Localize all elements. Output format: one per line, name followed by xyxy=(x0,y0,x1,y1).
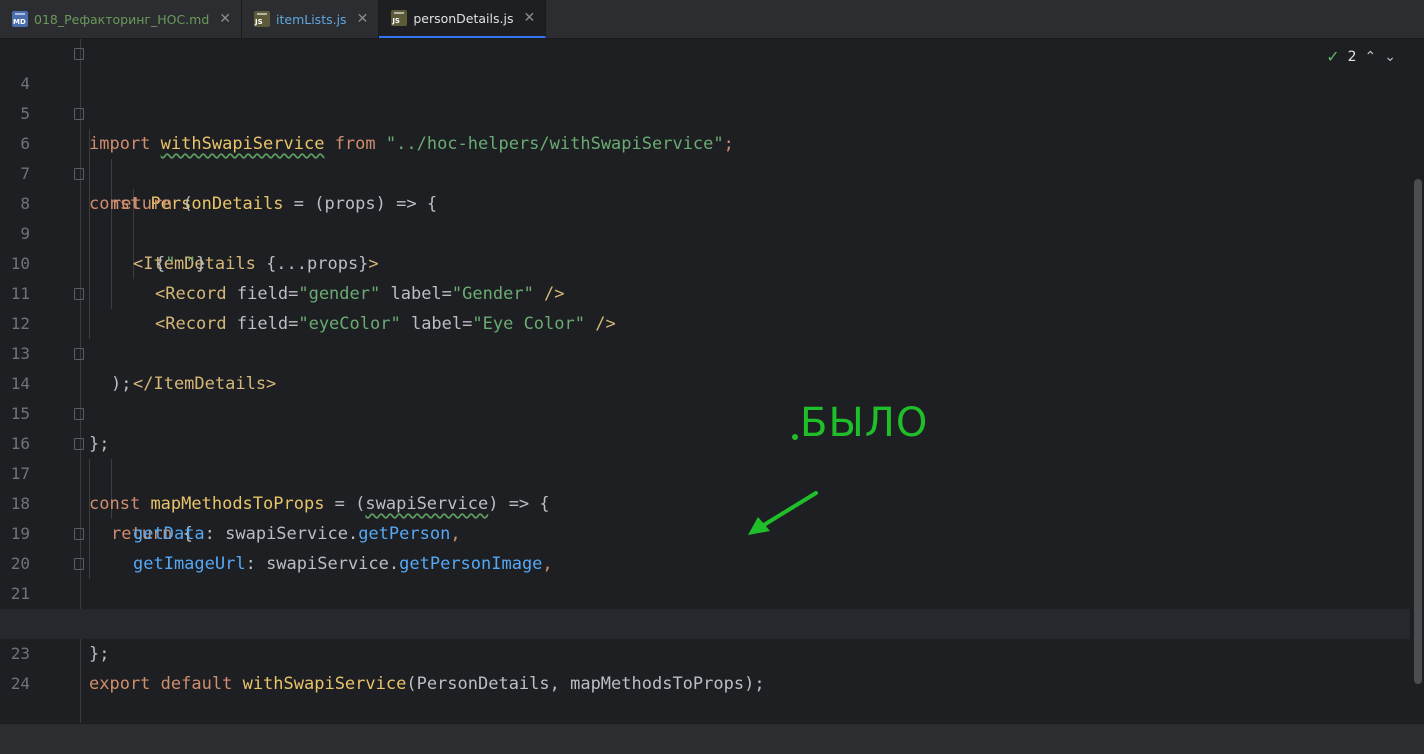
close-icon[interactable]: ✕ xyxy=(219,11,231,27)
line-number: 24 xyxy=(10,674,30,693)
tab-label: personDetails.js xyxy=(413,10,514,26)
inspection-count: 2 xyxy=(1347,48,1357,65)
code-line[interactable]: 8 <ItemDetails {...props}> xyxy=(0,159,1410,274)
tab-person-details-js[interactable]: JS personDetails.js ✕ xyxy=(379,0,547,38)
code-line[interactable]: 18 getData: swapiService.getPerson, xyxy=(0,459,1410,544)
fold-marker-icon[interactable] xyxy=(74,108,84,120)
code-line[interactable]: 5 xyxy=(0,69,1410,123)
tab-refactoring-hoc-md[interactable]: MD 018_Рефакторинг_HOC.md ✕ xyxy=(0,0,242,38)
status-bar xyxy=(0,723,1424,754)
markdown-file-icon: MD xyxy=(12,11,28,27)
annotation-arrow-icon xyxy=(748,491,818,535)
code-line-current[interactable]: 23 export default withSwapiService(Perso… xyxy=(0,609,1410,694)
code-line[interactable]: 17 return { xyxy=(0,429,1410,544)
inspections-widget[interactable]: ✓ 2 ⌃ ⌄ xyxy=(1326,47,1396,66)
code-line[interactable]: 14 }; xyxy=(0,339,1410,454)
code-line[interactable]: 16 const mapMethodsToProps = (swapiServi… xyxy=(0,399,1410,514)
fold-marker-icon[interactable] xyxy=(74,408,84,420)
check-icon: ✓ xyxy=(1326,47,1340,66)
js-file-icon: JS xyxy=(391,10,408,26)
fold-marker-icon[interactable] xyxy=(74,288,84,300)
code-editor[interactable]: 4 import withSwapiService from "../hoc-h… xyxy=(0,39,1424,723)
chevron-up-icon[interactable]: ⌃ xyxy=(1365,49,1377,65)
annotation-label: БЫЛО xyxy=(800,400,929,446)
fold-marker-icon[interactable] xyxy=(74,48,84,60)
fold-marker-icon[interactable] xyxy=(74,348,84,360)
code-line[interactable]: 4 import withSwapiService from "../hoc-h… xyxy=(0,39,1410,154)
code-line[interactable]: 6 const PersonDetails = (props) => { xyxy=(0,99,1410,214)
tab-label: itemLists.js xyxy=(276,11,347,27)
tab-label: 018_Рефакторинг_HOC.md xyxy=(34,11,210,27)
code-line[interactable]: 13 ); xyxy=(0,309,1410,394)
fold-marker-icon[interactable] xyxy=(74,168,84,180)
code-line[interactable]: 19 getImageUrl: swapiService.getPersonIm… xyxy=(0,489,1410,574)
fold-marker-icon[interactable] xyxy=(74,558,84,570)
code-line[interactable]: 10 <Record field="gender" label="Gender"… xyxy=(0,219,1410,304)
code-line[interactable]: 12 </ItemDetails> xyxy=(0,279,1410,394)
tab-item-lists-js[interactable]: JS itemLists.js ✕ xyxy=(242,0,380,38)
code-line[interactable]: 20 }; xyxy=(0,519,1410,634)
code-line[interactable]: 22 xyxy=(0,579,1410,633)
close-icon[interactable]: ✕ xyxy=(523,10,535,26)
code-line[interactable]: 15 xyxy=(0,369,1410,423)
close-icon[interactable]: ✕ xyxy=(357,11,369,27)
code-line[interactable]: 21 }; xyxy=(0,549,1410,664)
js-file-icon: JS xyxy=(254,11,270,27)
code-line[interactable]: 24 xyxy=(0,639,1410,693)
annotation-dot xyxy=(792,434,798,440)
fold-marker-icon[interactable] xyxy=(74,528,84,540)
editor-tab-bar: MD 018_Рефакторинг_HOC.md ✕ JS itemLists… xyxy=(0,0,1424,39)
vertical-scrollbar[interactable] xyxy=(1414,179,1422,684)
code-line[interactable]: 9 {" "} xyxy=(0,189,1410,274)
fold-marker-icon[interactable] xyxy=(74,438,84,450)
code-line[interactable]: 11 <Record field="eyeColor" label="Eye C… xyxy=(0,249,1410,334)
chevron-down-icon[interactable]: ⌄ xyxy=(1384,49,1396,65)
code-line[interactable]: 7 return ( xyxy=(0,129,1410,214)
